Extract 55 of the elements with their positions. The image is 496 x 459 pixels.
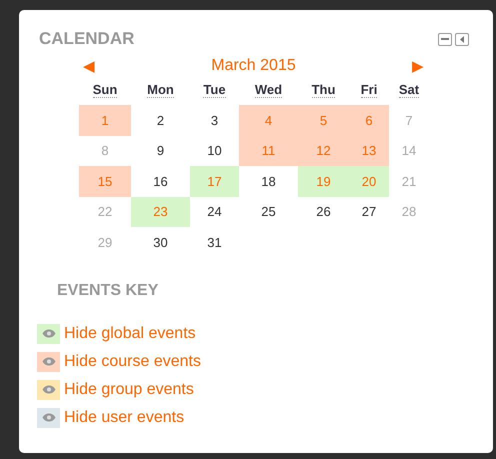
eye-icon [42,385,56,394]
day-cell[interactable]: 17 [190,166,239,196]
month-title: March 2015 [211,57,296,75]
day-cell-text: 18 [260,172,277,191]
day-cell[interactable]: 6 [349,105,389,136]
hide-events-link[interactable]: Hide course events [64,352,201,370]
weekday-header: Tue [203,82,226,98]
hide-events-link[interactable]: Hide global events [64,324,196,342]
day-cell-text: 16 [152,172,169,191]
day-cell-text: 27 [360,203,378,222]
day-cell-text: 21 [400,172,418,191]
events-key-title: EVENTS KEY [57,282,160,300]
block-title: CALENDAR [39,29,134,49]
day-cell[interactable]: 1 [79,105,131,136]
weekday-header: Thu [312,82,336,98]
day-cell-text: 10 [206,142,223,160]
day-cell[interactable]: 20 [349,166,389,196]
day-cell[interactable]: 5 [298,105,349,136]
next-month-link[interactable]: ▶ [412,57,424,75]
day-cell[interactable]: 11 [239,136,298,166]
day-cell-text: 7 [404,112,414,130]
day-cell-text: 2 [156,112,166,130]
minus-icon [441,38,449,40]
minimize-button[interactable] [438,32,452,46]
weekday-header: Sat [398,82,420,98]
day-cell-text: 25 [260,203,277,222]
previous-month-link[interactable]: ◀ [83,57,95,75]
hide-events-link[interactable]: Hide group events [64,380,194,398]
triangle-left-icon [459,36,465,42]
day-cell[interactable]: 4 [239,105,298,136]
weekday-header: Wed [254,82,282,98]
day-cell-text: 3 [210,112,220,130]
day-cell-text: 22 [96,203,114,222]
day-cell-text: 31 [206,234,223,252]
eye-icon [42,413,56,422]
day-cell-text: 8 [100,142,110,160]
weekday-header: Mon [147,82,174,98]
dock-button[interactable] [455,32,469,46]
weekday-header: Fri [360,82,378,98]
day-cell[interactable]: 15 [79,166,131,196]
day-cell[interactable]: 12 [298,136,349,166]
day-cell-text: 28 [400,203,418,222]
day-cell-text: 9 [156,142,166,160]
day-cell-text: 24 [206,203,223,222]
day-cell[interactable]: 19 [298,166,349,196]
day-cell-text: 26 [315,203,332,222]
day-cell[interactable]: 13 [349,136,389,166]
day-cell[interactable]: 23 [131,196,190,227]
day-cell-text: 29 [96,234,114,252]
day-cell-text: 14 [400,142,418,160]
hide-events-link[interactable]: Hide user events [64,408,184,426]
eye-icon [42,357,56,366]
eye-icon [42,329,56,338]
day-cell-text: 30 [152,234,169,252]
weekday-header: Sun [92,82,118,98]
